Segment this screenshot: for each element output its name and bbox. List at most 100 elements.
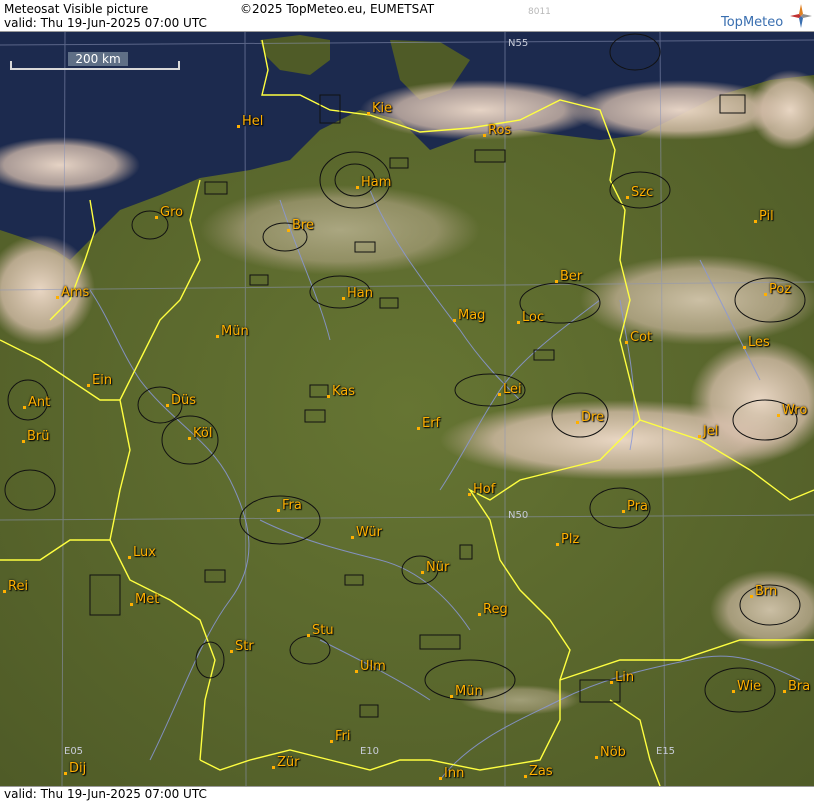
header-bar: Meteosat Visible picture ©2025 TopMeteo.… [0, 0, 814, 32]
city-marker [216, 335, 219, 338]
city-label: Dij [69, 761, 87, 776]
city-label: Bre [292, 218, 314, 233]
city-marker [128, 556, 131, 559]
city-label: Ein [92, 373, 113, 388]
city-marker [237, 125, 240, 128]
city-label: Stu [312, 623, 334, 638]
city-label: Kas [332, 384, 356, 399]
copyright-text: ©2025 TopMeteo.eu, EUMETSAT [240, 2, 435, 16]
city-label: Poz [769, 282, 792, 297]
city-label: Dre [581, 410, 605, 425]
scale-label: 200 km [68, 52, 128, 66]
city-label: Lux [133, 545, 156, 560]
city-marker [743, 346, 746, 349]
city-marker [87, 384, 90, 387]
city-label: Brn [755, 584, 778, 599]
city-marker [754, 220, 757, 223]
city-label: Wie [737, 679, 762, 694]
city-marker [230, 650, 233, 653]
grid-label-e15: E15 [656, 746, 676, 757]
city-marker [524, 775, 527, 778]
city-marker [576, 421, 579, 424]
city-marker [610, 681, 613, 684]
city-label: Jel [703, 424, 719, 439]
city-marker [307, 634, 310, 637]
city-marker [287, 229, 290, 232]
satellite-map [0, 32, 814, 786]
compass-logo-icon [790, 4, 812, 28]
city-label: Ams [61, 285, 90, 300]
city-marker [166, 404, 169, 407]
city-label: Erf [422, 416, 441, 431]
city-label: Nöb [600, 745, 626, 760]
city-label: Ros [488, 123, 512, 138]
city-label: Wür [356, 525, 382, 540]
city-marker [130, 603, 133, 606]
city-marker [417, 427, 420, 430]
city-label: Zür [277, 755, 300, 770]
city-marker [478, 613, 481, 616]
city-label: Bra [788, 679, 811, 694]
city-label: Les [748, 335, 770, 350]
city-marker [517, 321, 520, 324]
city-label: Cot [630, 330, 653, 345]
city-marker [468, 493, 471, 496]
image-code: 8011 [528, 7, 551, 17]
city-marker [732, 690, 735, 693]
city-label: Ant [28, 395, 51, 410]
city-label: Köl [193, 426, 213, 441]
city-marker [188, 437, 191, 440]
city-marker [750, 595, 753, 598]
footer-valid-time: valid: Thu 19-Jun-2025 07:00 UTC [4, 787, 207, 801]
city-marker [483, 134, 486, 137]
city-marker [450, 695, 453, 698]
city-label: Düs [171, 393, 197, 408]
city-marker [625, 341, 628, 344]
city-label: Mün [221, 324, 249, 339]
city-label: Lei [503, 382, 522, 397]
city-label: Zas [529, 764, 553, 779]
city-label: Plz [561, 532, 580, 547]
city-label: Str [235, 639, 254, 654]
grid-label-n55: N55 [508, 38, 529, 49]
city-label: Fri [335, 729, 351, 744]
city-label: Nür [426, 560, 450, 575]
city-label: Inn [444, 766, 465, 781]
city-label: Rei [8, 579, 29, 594]
city-label: Ham [361, 175, 392, 190]
city-label: Ulm [360, 659, 386, 674]
city-marker [342, 297, 345, 300]
city-label: Wro [782, 403, 808, 418]
city-marker [367, 112, 370, 115]
city-marker [272, 766, 275, 769]
city-label: Hel [242, 114, 264, 129]
city-label: Lin [615, 670, 635, 685]
city-marker [498, 393, 501, 396]
topmeteo-logo-text: TopMeteo [721, 15, 784, 30]
city-marker [439, 777, 442, 780]
city-marker [355, 670, 358, 673]
grid-label-e10: E10 [360, 746, 380, 757]
city-marker [453, 319, 456, 322]
city-label: Gro [160, 205, 184, 220]
city-label: Brü [27, 429, 50, 444]
city-label: Mag [458, 308, 486, 323]
city-marker [555, 280, 558, 283]
city-label: Met [135, 592, 160, 607]
city-marker [56, 296, 59, 299]
city-label: Hof [473, 482, 496, 497]
grid-label-e05: E05 [64, 746, 84, 757]
city-label: Kie [372, 101, 393, 116]
city-label: Mün [455, 684, 483, 699]
city-label: Loc [522, 310, 545, 325]
grid-label-n50: N50 [508, 510, 529, 521]
city-marker [421, 571, 424, 574]
city-marker [698, 435, 701, 438]
city-marker [3, 590, 6, 593]
city-marker [64, 772, 67, 775]
city-marker [356, 186, 359, 189]
city-label: Pil [759, 209, 774, 224]
product-title: Meteosat Visible picture [4, 2, 149, 16]
city-marker [764, 293, 767, 296]
city-label: Pra [627, 499, 648, 514]
